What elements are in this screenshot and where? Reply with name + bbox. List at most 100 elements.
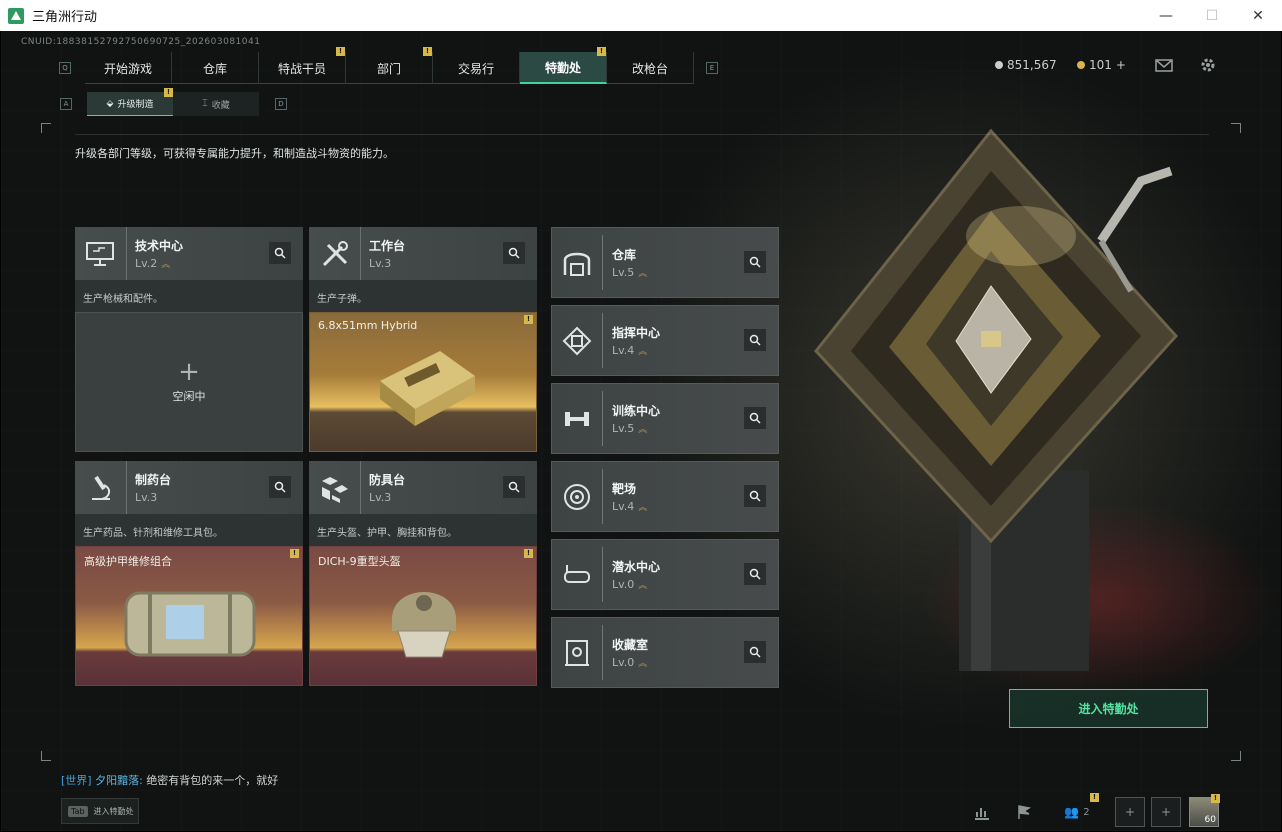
- upgrade-arrow-icon: ︽: [638, 347, 648, 357]
- workshop-description: 生产子弹。: [309, 280, 537, 312]
- facility-level: Lv.5: [612, 422, 635, 435]
- facility-diving-center[interactable]: 潜水中心 Lv.0 ︽: [551, 539, 779, 610]
- enter-special-ops-button[interactable]: 进入特勤处: [1009, 689, 1208, 728]
- plus-icon: +: [1160, 805, 1172, 819]
- friends-icon: 👥: [1064, 805, 1080, 819]
- facility-collection-room[interactable]: 收藏室 Lv.0 ︽: [551, 617, 779, 688]
- warehouse-icon: [552, 235, 603, 290]
- search-icon[interactable]: [269, 242, 291, 264]
- flag-icon[interactable]: [1009, 797, 1039, 827]
- search-icon[interactable]: [744, 407, 766, 429]
- facility-name: 靶场: [612, 482, 637, 496]
- helmet-icon: [392, 592, 456, 658]
- add-party-slot-button[interactable]: +: [1115, 797, 1145, 827]
- search-icon[interactable]: [269, 476, 291, 498]
- workshop-description: 生产头盔、护甲、胸挂和背包。: [309, 514, 537, 546]
- workshop-card-pharmacy[interactable]: 制药台 Lv.3 生产药品、针剂和维修工具包。 高级护甲维修组合 !: [75, 461, 303, 686]
- divider: [75, 134, 1209, 135]
- stats-chart-icon[interactable]: [967, 797, 997, 827]
- chat-channel: [世界]: [61, 774, 92, 787]
- app-logo-icon: [8, 7, 24, 24]
- search-icon[interactable]: [503, 476, 525, 498]
- craft-slot-in-progress[interactable]: DICH-9重型头盔 !: [309, 546, 537, 686]
- tab-gunsmith[interactable]: 改枪台: [607, 52, 694, 84]
- chip-icon: [552, 313, 603, 368]
- facility-shooting-range[interactable]: 靶场 Lv.4 ︽: [551, 461, 779, 532]
- minimize-button[interactable]: —: [1143, 0, 1189, 31]
- workshop-card-armor-bench[interactable]: 防具台 Lv.3 生产头盔、护甲、胸挂和背包。 DICH-9重型头盔 !: [309, 461, 537, 686]
- workshop-description: 生产枪械和配件。: [75, 280, 303, 312]
- add-party-slot-button[interactable]: +: [1151, 797, 1181, 827]
- facility-level: Lv.5: [612, 266, 635, 279]
- facility-level: Lv.0: [612, 656, 635, 669]
- facility-name: 训练中心: [612, 404, 661, 418]
- facility-level: Lv.4: [612, 344, 635, 357]
- special-ops-cube-artwork: [814, 128, 1179, 671]
- repair-kit-bag-icon: [124, 591, 256, 657]
- mail-icon[interactable]: [1155, 59, 1173, 72]
- tab-special-ops[interactable]: 特勤处!: [520, 47, 607, 84]
- workshop-name: 工作台: [369, 239, 406, 253]
- craft-slot-in-progress[interactable]: 高级护甲维修组合 !: [75, 546, 303, 686]
- game-viewport: CNUID:18838152792750690725_202603081041 …: [1, 31, 1281, 831]
- facility-warehouse[interactable]: 仓库 Lv.5 ︽: [551, 227, 779, 298]
- craft-slot-idle[interactable]: + 空闲中: [75, 312, 303, 452]
- tab-trading[interactable]: 交易行: [433, 52, 520, 84]
- notify-badge: !: [524, 549, 533, 558]
- upgrade-arrow-icon: ︽: [638, 269, 648, 279]
- search-icon[interactable]: [744, 329, 766, 351]
- workshop-name: 防具台: [369, 473, 406, 487]
- tab-enter-hint[interactable]: Tab 进入特勤处: [61, 798, 139, 824]
- tab-key-icon: Tab: [68, 805, 88, 817]
- search-icon[interactable]: [744, 251, 766, 273]
- search-icon[interactable]: [744, 563, 766, 585]
- tab-warehouse[interactable]: 仓库: [172, 52, 259, 84]
- workshop-name: 技术中心: [135, 239, 184, 253]
- craft-icon: ⬙: [106, 98, 114, 109]
- nav-key-e: E: [706, 62, 718, 74]
- friends-button[interactable]: 👥 2 !: [1057, 793, 1099, 827]
- notify-badge: !: [164, 88, 173, 97]
- workshop-card-workbench[interactable]: 工作台 Lv.3 生产子弹。 6.8x51mm Hybrid !: [309, 227, 537, 452]
- notify-badge: !: [597, 47, 606, 56]
- sub-nav: ⬙ 升级制造 ! ⌶ 收藏: [87, 88, 259, 116]
- notify-badge: !: [336, 47, 345, 56]
- facility-level: Lv.0: [612, 578, 635, 591]
- ammo-box-icon: [380, 351, 475, 426]
- facility-level: Lv.4: [612, 500, 635, 513]
- trophy-icon: ⌶: [202, 99, 208, 109]
- target-icon: [552, 469, 603, 524]
- subtab-upgrade-craft[interactable]: ⬙ 升级制造 !: [87, 88, 173, 116]
- tab-department[interactable]: 部门!: [346, 47, 433, 84]
- maximize-button[interactable]: ☐: [1189, 0, 1235, 31]
- tab-hint-label: 进入特勤处: [93, 806, 134, 816]
- silver-currency: 851,567: [995, 58, 1057, 72]
- subtab-collection[interactable]: ⌶ 收藏: [173, 92, 259, 116]
- tools-icon: [309, 227, 361, 280]
- search-icon[interactable]: [744, 641, 766, 663]
- window-titlebar: 三角洲行动 — ☐ ✕: [0, 0, 1282, 31]
- gold-currency[interactable]: 101 +: [1077, 58, 1126, 72]
- chat-message: 绝密有背包的来一个，就好: [146, 774, 279, 787]
- player-avatar[interactable]: 60 !: [1189, 794, 1220, 827]
- upgrade-arrow-icon: ︽: [638, 581, 648, 591]
- settings-gear-icon[interactable]: [1199, 56, 1217, 74]
- workshop-description: 生产药品、针剂和维修工具包。: [75, 514, 303, 546]
- tab-start-game[interactable]: 开始游戏: [85, 52, 172, 84]
- add-gold-button[interactable]: +: [1116, 58, 1126, 72]
- computer-icon: [75, 227, 127, 280]
- search-icon[interactable]: [503, 242, 525, 264]
- search-icon[interactable]: [744, 485, 766, 507]
- upgrade-arrow-icon: ︽: [638, 425, 648, 435]
- notify-badge: !: [290, 549, 299, 558]
- craft-slot-in-progress[interactable]: 6.8x51mm Hybrid !: [309, 312, 537, 452]
- workshop-level: Lv.2: [135, 257, 158, 270]
- notify-badge: !: [1090, 793, 1099, 802]
- chat-line[interactable]: [世界] 夕阳黯落: 绝密有背包的来一个，就好: [61, 772, 278, 788]
- close-button[interactable]: ✕: [1235, 0, 1281, 31]
- facility-training-center[interactable]: 训练中心 Lv.5 ︽: [551, 383, 779, 454]
- tab-operators[interactable]: 特战干员!: [259, 47, 346, 84]
- crafted-item-name: 6.8x51mm Hybrid: [318, 319, 418, 332]
- workshop-card-tech-center[interactable]: 技术中心 Lv.2 ︽ 生产枪械和配件。 + 空闲中: [75, 227, 303, 452]
- facility-command-center[interactable]: 指挥中心 Lv.4 ︽: [551, 305, 779, 376]
